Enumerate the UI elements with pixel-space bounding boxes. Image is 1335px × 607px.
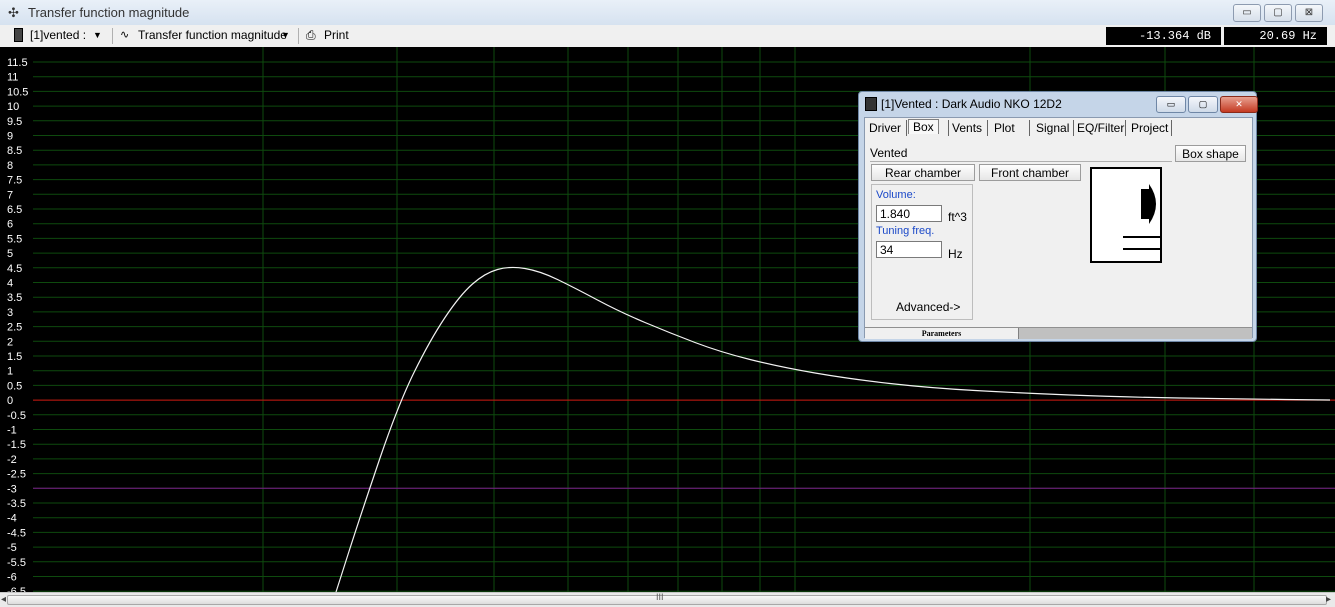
y-tick-label: 11.5 <box>7 57 28 69</box>
maximize-button[interactable]: ▢ <box>1264 4 1292 22</box>
tab-divider <box>1029 120 1030 136</box>
box-diagram <box>1090 167 1162 263</box>
scrollbar-thumb[interactable] <box>7 595 1327 605</box>
minimize-button[interactable]: ▭ <box>1233 4 1261 22</box>
y-tick-label: 10 <box>7 101 19 113</box>
y-tick-label: -1 <box>7 425 17 437</box>
plot-dropdown-icon[interactable]: ▼ <box>281 30 290 40</box>
scroll-left-icon[interactable]: ◂ <box>1 594 6 605</box>
dialog-body: Driver Box Vents Plot Signal EQ/Filter P… <box>864 117 1253 339</box>
y-tick-label: 2 <box>7 336 13 348</box>
toolbar-divider <box>298 28 299 44</box>
tab-divider <box>906 120 907 136</box>
y-tick-label: -2 <box>7 454 17 466</box>
tuning-freq-unit: Hz <box>948 247 963 261</box>
y-tick-label: -5.5 <box>7 557 26 569</box>
dialog-tabs: Driver Box Vents Plot Signal EQ/Filter P… <box>865 118 1252 138</box>
tab-divider <box>1171 120 1172 136</box>
y-tick-label: 6 <box>7 219 13 231</box>
y-tick-label: 11 <box>7 72 18 84</box>
parameters-status-tab[interactable]: Parameters <box>865 328 1019 339</box>
dialog-maximize-button[interactable]: ▢ <box>1188 96 1218 113</box>
y-tick-label: 5.5 <box>7 233 22 245</box>
tab-divider <box>948 120 949 136</box>
tab-divider <box>1073 120 1074 136</box>
window-title: Transfer function magnitude <box>28 5 190 20</box>
y-tick-label: 4 <box>7 278 13 290</box>
advanced-link[interactable]: Advanced-> <box>896 300 960 314</box>
dialog-status-bar: Parameters <box>865 327 1252 339</box>
tab-eq-filter[interactable]: EQ/Filter <box>1077 121 1124 135</box>
frequency-readout: 20.69 Hz <box>1224 27 1327 45</box>
tab-box[interactable]: Box <box>908 119 939 134</box>
plot-select[interactable]: Transfer function magnitude <box>138 28 287 42</box>
speaker-icon <box>865 97 877 111</box>
toolbar-divider <box>112 28 113 44</box>
y-tick-label: -6 <box>7 572 17 584</box>
tab-signal[interactable]: Signal <box>1036 121 1069 135</box>
box-type-label: Vented <box>870 146 1172 162</box>
scrollbar-grip: III <box>656 592 664 602</box>
y-tick-label: -5 <box>7 542 17 554</box>
y-tick-label: -1.5 <box>7 439 26 451</box>
box-dialog: [1]Vented : Dark Audio NKO 12D2 ▭ ▢ ✕ Dr… <box>858 91 1258 342</box>
tab-divider <box>987 120 988 136</box>
tab-project[interactable]: Project <box>1131 121 1168 135</box>
tab-divider <box>1125 120 1126 136</box>
y-tick-label: -4 <box>7 513 17 525</box>
y-tick-label: 9.5 <box>7 116 22 128</box>
y-tick-label: 3.5 <box>7 292 22 304</box>
volume-label: Volume: <box>876 189 916 201</box>
horizontal-scrollbar[interactable]: ◂ III ▸ <box>0 592 1335 607</box>
close-button[interactable]: ⊠ <box>1295 4 1323 22</box>
print-button[interactable]: Print <box>324 28 349 42</box>
dialog-minimize-button[interactable]: ▭ <box>1156 96 1186 113</box>
tuning-freq-label: Tuning freq. <box>876 225 935 237</box>
tab-vents[interactable]: Vents <box>952 121 982 135</box>
dialog-title: [1]Vented : Dark Audio NKO 12D2 <box>881 97 1062 111</box>
y-tick-label: 10.5 <box>7 86 28 98</box>
tab-plot[interactable]: Plot <box>994 121 1015 135</box>
driver-magnet-shape <box>1141 189 1149 219</box>
y-tick-label: 7.5 <box>7 175 22 187</box>
printer-icon[interactable]: ⎙ <box>306 28 316 43</box>
y-tick-label: 1 <box>7 366 13 378</box>
db-readout: -13.364 dB <box>1106 27 1221 45</box>
y-tick-label: 0.5 <box>7 380 22 392</box>
tab-driver[interactable]: Driver <box>869 121 901 135</box>
y-tick-label: -4.5 <box>7 527 26 539</box>
y-tick-label: 4.5 <box>7 263 22 275</box>
y-tick-label: -0.5 <box>7 410 26 422</box>
volume-input[interactable]: 1.840 <box>876 205 942 222</box>
y-tick-label: 8 <box>7 160 13 172</box>
y-tick-label: 2.5 <box>7 322 22 334</box>
chamber-parameters-panel: Volume: 1.840 ft^3 Tuning freq. 34 Hz Ad… <box>871 184 973 320</box>
front-chamber-button[interactable]: Front chamber <box>979 164 1081 181</box>
scroll-right-icon[interactable]: ▸ <box>1326 594 1331 605</box>
y-tick-label: -3.5 <box>7 498 26 510</box>
volume-unit: ft^3 <box>948 210 967 224</box>
box-shape-button[interactable]: Box shape <box>1175 145 1246 162</box>
curve-icon: ∿ <box>120 29 130 41</box>
y-tick-label: 3 <box>7 307 13 319</box>
speaker-icon <box>14 28 23 42</box>
y-tick-label: 6.5 <box>7 204 22 216</box>
y-tick-label: 8.5 <box>7 145 22 157</box>
y-tick-label: 9 <box>7 131 13 143</box>
rear-chamber-button[interactable]: Rear chamber <box>871 164 975 181</box>
y-tick-label: 1.5 <box>7 351 22 363</box>
y-tick-label: 5 <box>7 248 13 260</box>
y-tick-label: -2.5 <box>7 469 26 481</box>
crosshair-icon: ✣ <box>8 5 19 20</box>
y-tick-label: 7 <box>7 189 13 201</box>
driver-select[interactable]: [1]vented : <box>30 28 86 42</box>
y-tick-label: -3 <box>7 483 17 495</box>
driver-dropdown-icon[interactable]: ▼ <box>93 30 102 40</box>
y-tick-label: 0 <box>7 395 13 407</box>
dialog-close-button[interactable]: ✕ <box>1220 96 1258 113</box>
window-titlebar: ✣ Transfer function magnitude ▭ ▢ ⊠ <box>0 0 1335 26</box>
tuning-freq-input[interactable]: 34 <box>876 241 942 258</box>
